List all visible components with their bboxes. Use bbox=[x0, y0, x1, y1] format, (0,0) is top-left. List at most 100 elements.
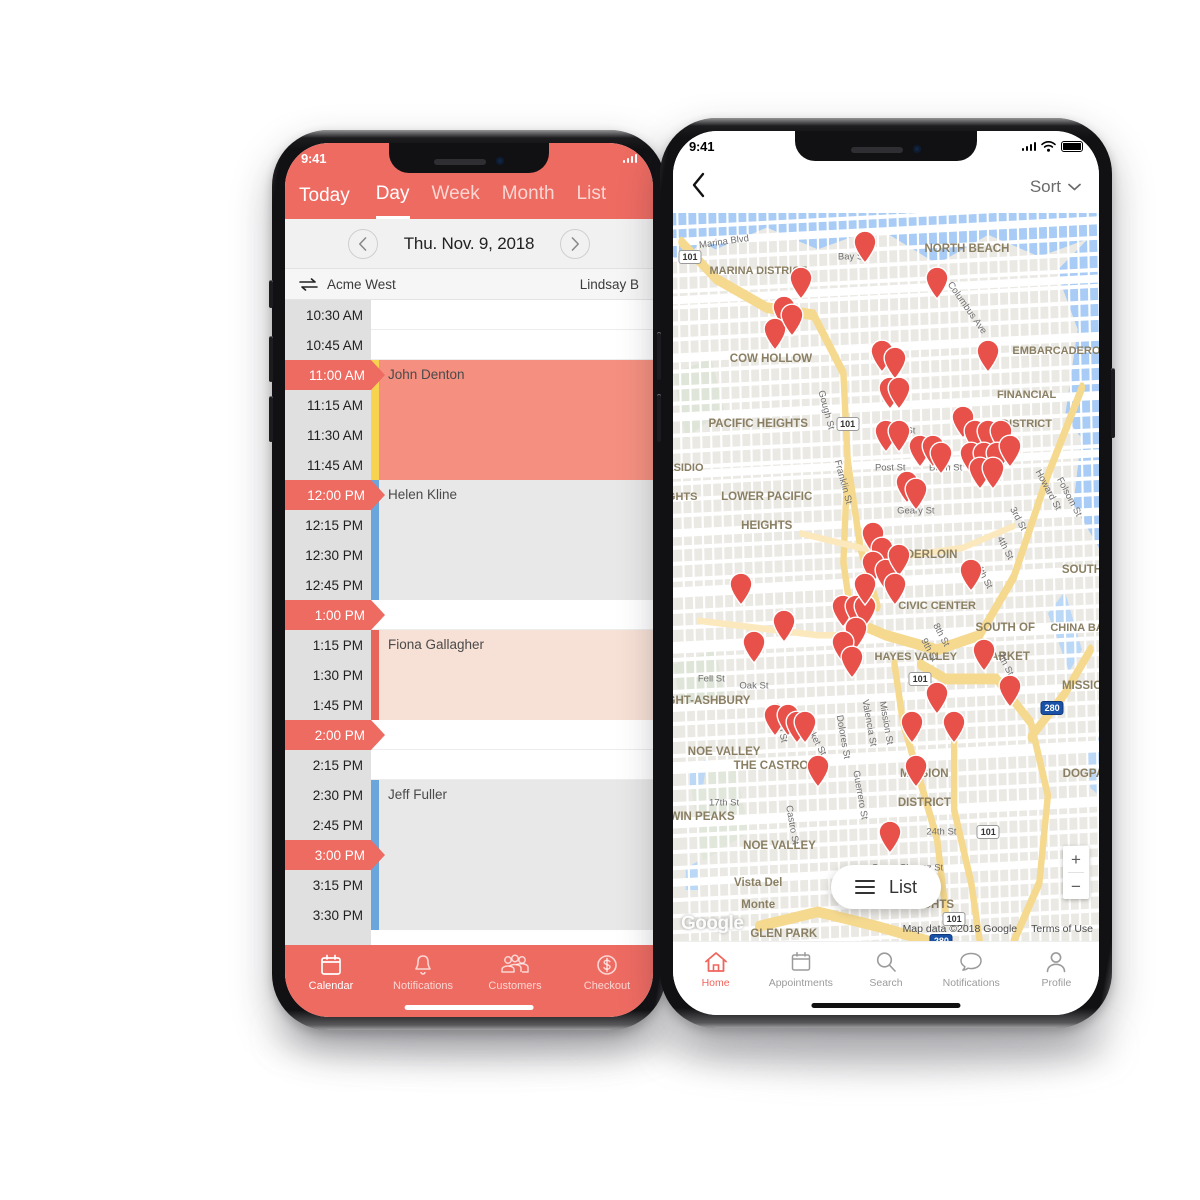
calendar-day-grid[interactable]: 10:30 AM 10:45 AM 11:00 AM 11:15 AM 11:30 AM… bbox=[285, 300, 653, 945]
back-button[interactable] bbox=[691, 172, 706, 203]
appointment-block[interactable]: Fiona Gallagher bbox=[371, 630, 653, 720]
map-pin[interactable] bbox=[729, 572, 754, 607]
chevron-down-icon bbox=[1068, 183, 1081, 191]
tab-label: Checkout bbox=[583, 980, 631, 992]
location-name: Acme West bbox=[327, 276, 396, 292]
map-pin[interactable] bbox=[903, 477, 928, 512]
map-phone-frame: 9:41 Sort MARINA DISTRICT NORTH BEACH EM… bbox=[657, 118, 1115, 1028]
zoom-in-button[interactable]: + bbox=[1063, 846, 1089, 872]
swap-arrows-icon bbox=[299, 277, 318, 291]
tab-notifications[interactable]: Notifications bbox=[929, 942, 1014, 1001]
appointment-block[interactable]: Jeff Fuller bbox=[371, 780, 653, 930]
notch-left bbox=[389, 143, 549, 173]
map-pin[interactable] bbox=[805, 754, 830, 789]
events-column[interactable]: John Denton Helen Kline Fiona Gallagher Jef… bbox=[371, 300, 653, 945]
map-pin[interactable] bbox=[925, 266, 950, 301]
time-slot-hour: 11:00 AM bbox=[285, 360, 385, 390]
map-pin[interactable] bbox=[971, 638, 996, 672]
battery-full-icon bbox=[1061, 140, 1083, 152]
left-phone-volume-down[interactable] bbox=[269, 396, 273, 442]
map-pin[interactable] bbox=[771, 609, 796, 643]
tab-search[interactable]: Search bbox=[843, 942, 928, 1001]
map-pin[interactable] bbox=[899, 710, 924, 745]
map-pin[interactable] bbox=[942, 710, 967, 745]
tab-checkout[interactable]: Checkout bbox=[561, 945, 653, 1003]
map-pin[interactable] bbox=[852, 230, 877, 265]
calendar-phone-frame: 9:41 Today Day Week Month List Thu. Nov.… bbox=[269, 130, 666, 1030]
view-tab-group: Day Week Month List bbox=[375, 183, 607, 219]
right-phone-volume-down[interactable] bbox=[657, 394, 661, 442]
time-slot: 12:15 PM bbox=[305, 517, 363, 533]
terms-of-use-link[interactable]: Terms of Use bbox=[1031, 923, 1093, 935]
map-pin[interactable] bbox=[886, 376, 911, 410]
time-slot: 3:30 PM bbox=[312, 907, 363, 923]
appointment-block[interactable]: Helen Kline bbox=[371, 480, 653, 600]
map-pin[interactable] bbox=[997, 674, 1022, 709]
time-slot: 10:30 AM bbox=[305, 307, 363, 323]
map-canvas[interactable]: MARINA DISTRICT NORTH BEACH EMBARCADERO COW… bbox=[673, 213, 1099, 941]
wifi-icon bbox=[1041, 140, 1056, 152]
map-pin[interactable] bbox=[793, 710, 818, 745]
chevron-left-icon bbox=[692, 172, 705, 197]
search-icon bbox=[874, 950, 898, 974]
map-pin[interactable] bbox=[929, 441, 954, 476]
map-pin[interactable] bbox=[980, 456, 1005, 490]
tab-appointments[interactable]: Appointments bbox=[758, 942, 843, 1001]
tab-day[interactable]: Day bbox=[375, 183, 410, 219]
map-pin[interactable] bbox=[839, 645, 864, 679]
tab-label: Profile bbox=[1041, 977, 1072, 989]
map-pin[interactable] bbox=[780, 303, 805, 337]
time-slot: 1:45 PM bbox=[312, 697, 363, 713]
left-phone-mute-switch[interactable] bbox=[269, 280, 273, 308]
appointment-block[interactable]: John Denton bbox=[371, 360, 653, 480]
grid-line bbox=[371, 749, 653, 750]
chat-bubble-icon bbox=[959, 950, 983, 974]
map-pin-layer[interactable] bbox=[673, 213, 1099, 941]
map-pin[interactable] bbox=[741, 630, 766, 665]
sort-button[interactable]: Sort bbox=[1030, 177, 1081, 197]
time-slot: 10:45 AM bbox=[305, 337, 363, 353]
tab-month[interactable]: Month bbox=[502, 183, 555, 219]
tab-home[interactable]: Home bbox=[673, 942, 758, 1001]
time-slot: 1:15 PM bbox=[312, 637, 363, 653]
tab-customers[interactable]: Customers bbox=[469, 945, 561, 1003]
next-day-button[interactable] bbox=[560, 228, 591, 259]
map-pin[interactable] bbox=[878, 820, 903, 854]
calendar-icon bbox=[790, 950, 812, 974]
time-slot-hour: 12:00 PM bbox=[285, 480, 385, 510]
map-pin[interactable] bbox=[852, 572, 877, 607]
appointment-color-bar bbox=[371, 630, 379, 720]
today-button[interactable]: Today bbox=[299, 185, 350, 219]
sort-label: Sort bbox=[1029, 177, 1061, 196]
list-view-button[interactable]: List bbox=[830, 865, 942, 909]
tab-week[interactable]: Week bbox=[432, 183, 480, 219]
hamburger-menu-icon bbox=[854, 880, 875, 894]
tab-list[interactable]: List bbox=[577, 183, 607, 219]
home-indicator-left bbox=[404, 1005, 534, 1010]
prev-day-button[interactable] bbox=[347, 228, 378, 259]
home-indicator-right bbox=[811, 1003, 961, 1008]
tab-label: Notifications bbox=[942, 977, 1000, 989]
tab-notifications[interactable]: Notifications bbox=[377, 945, 469, 1003]
mockup-stage: 9:41 Today Day Week Month List Thu. Nov.… bbox=[0, 0, 1200, 1200]
map-pin[interactable] bbox=[903, 754, 928, 789]
map-pin[interactable] bbox=[882, 572, 907, 607]
left-phone-volume-up[interactable] bbox=[269, 336, 273, 382]
tab-calendar[interactable]: Calendar bbox=[285, 945, 377, 1003]
appointment-customer-name: Helen Kline bbox=[388, 487, 458, 502]
map-pin[interactable] bbox=[976, 339, 1001, 374]
cellular-bars-icon bbox=[1021, 141, 1036, 151]
tab-profile[interactable]: Profile bbox=[1014, 942, 1099, 1001]
bell-icon bbox=[411, 953, 435, 977]
time-slot: 2:45 PM bbox=[312, 817, 363, 833]
tab-label: Search bbox=[869, 977, 903, 989]
zoom-out-button[interactable]: − bbox=[1063, 873, 1089, 899]
map-screen: 9:41 Sort MARINA DISTRICT NORTH BEACH EM… bbox=[673, 131, 1099, 1015]
time-slot-hour: 3:00 PM bbox=[285, 840, 385, 870]
right-phone-volume-up[interactable] bbox=[657, 332, 661, 380]
location-bar[interactable]: Acme West Lindsay B bbox=[285, 269, 653, 300]
map-zoom-controls[interactable]: + − bbox=[1063, 846, 1089, 899]
map-pin[interactable] bbox=[959, 558, 984, 592]
right-phone-power-button[interactable] bbox=[1111, 368, 1115, 438]
time-slot: 2:15 PM bbox=[312, 757, 363, 773]
